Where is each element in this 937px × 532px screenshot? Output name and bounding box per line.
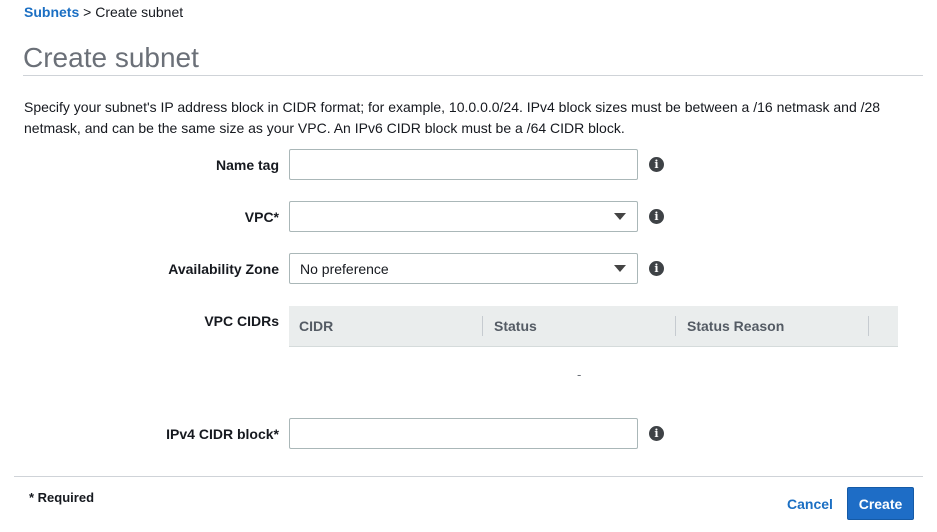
column-header-cidr[interactable]: CIDR bbox=[299, 306, 333, 346]
vpc-cidrs-table-header: CIDR Status Status Reason bbox=[289, 306, 898, 347]
breadcrumb-current: Create subnet bbox=[95, 4, 184, 20]
title-divider bbox=[23, 75, 923, 76]
availability-zone-label: Availability Zone bbox=[168, 261, 279, 277]
info-icon[interactable]: i bbox=[649, 209, 664, 224]
name-tag-label: Name tag bbox=[215, 157, 279, 173]
ipv4-cidr-label: IPv4 CIDR block* bbox=[166, 426, 279, 442]
availability-zone-select-value: No preference bbox=[300, 260, 389, 277]
chevron-down-icon bbox=[614, 265, 626, 272]
column-divider[interactable] bbox=[482, 316, 483, 336]
chevron-down-icon bbox=[614, 213, 626, 220]
column-divider[interactable] bbox=[868, 316, 869, 336]
create-button[interactable]: Create bbox=[847, 487, 914, 520]
info-icon[interactable]: i bbox=[649, 426, 664, 441]
breadcrumb: Subnets > Create subnet bbox=[24, 4, 183, 20]
required-note: * Required bbox=[29, 490, 95, 505]
vpc-label: VPC* bbox=[244, 209, 279, 225]
column-divider[interactable] bbox=[675, 316, 676, 336]
vpc-cidrs-label: VPC CIDRs bbox=[204, 313, 279, 329]
breadcrumb-separator: > bbox=[83, 4, 92, 20]
availability-zone-select[interactable]: No preference bbox=[289, 253, 638, 284]
ipv4-cidr-input[interactable] bbox=[289, 418, 638, 449]
page-title: Create subnet bbox=[23, 42, 199, 73]
name-tag-input[interactable] bbox=[289, 149, 638, 180]
info-icon[interactable]: i bbox=[649, 261, 664, 276]
page-description: Specify your subnet's IP address block i… bbox=[24, 99, 881, 136]
breadcrumb-link-subnets[interactable]: Subnets bbox=[24, 4, 79, 20]
info-icon[interactable]: i bbox=[649, 157, 664, 172]
column-header-status[interactable]: Status bbox=[494, 306, 537, 346]
footer-divider bbox=[14, 476, 923, 477]
vpc-select[interactable] bbox=[289, 201, 638, 232]
vpc-cidrs-empty-state: - bbox=[577, 367, 582, 382]
column-header-status-reason[interactable]: Status Reason bbox=[687, 306, 784, 346]
cancel-button[interactable]: Cancel bbox=[787, 496, 833, 512]
